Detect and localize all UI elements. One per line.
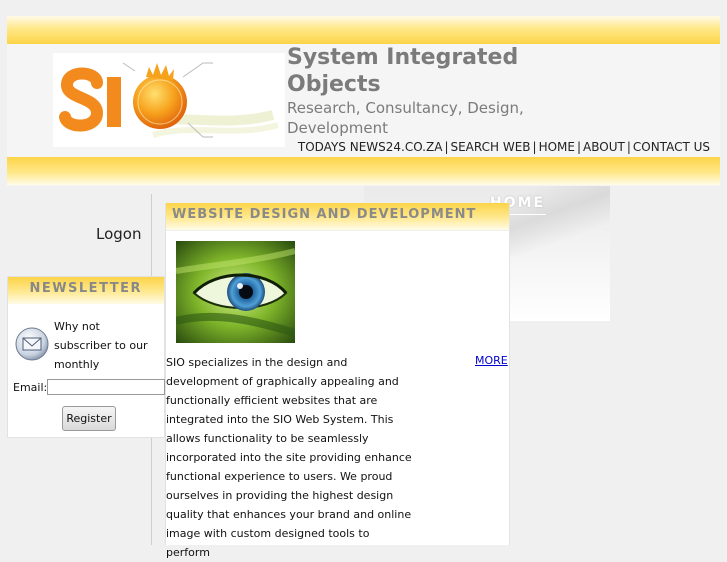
content-panel: WEBSITE DESIGN AND DEVELOPMENT SIO speci… <box>165 203 510 559</box>
content-header: WEBSITE DESIGN AND DEVELOPMENT <box>166 203 509 231</box>
site-header: System Integrated Objects Research, Cons… <box>7 16 720 186</box>
nav-link-home[interactable]: HOME <box>539 140 575 154</box>
site-title: System Integrated Objects <box>287 45 519 97</box>
newsletter-panel: NEWSLETTER Why not subscriber to our mon… <box>7 276 165 438</box>
newsletter-header: NEWSLETTER <box>8 277 164 304</box>
sio-logo-icon <box>59 62 279 138</box>
nav-separator: | <box>576 140 582 154</box>
envelope-icon <box>15 327 49 361</box>
nav-link-about[interactable]: ABOUT <box>583 140 625 154</box>
nav-link-contact-us[interactable]: CONTACT US <box>633 140 710 154</box>
nav-separator: | <box>626 140 631 154</box>
nav-link-news24[interactable]: TODAYS NEWS24.CO.ZA <box>298 140 443 154</box>
header-bottom-band <box>7 157 720 185</box>
nav-link-search-web[interactable]: SEARCH WEB <box>450 140 530 154</box>
section-title: WEBSITE DESIGN AND DEVELOPMENT <box>172 207 477 222</box>
newsletter-title: NEWSLETTER <box>29 281 142 296</box>
nav-separator: | <box>532 140 537 154</box>
more-link[interactable]: MORE <box>475 354 508 367</box>
site-tagline: Research, Consultancy, Design, Developme… <box>287 99 524 137</box>
header-top-band <box>7 16 720 44</box>
content-body-text: SIO specializes in the design and develo… <box>166 356 412 559</box>
eye-image <box>176 241 295 343</box>
email-label: Email: <box>13 381 48 394</box>
top-navigation: TODAYS NEWS24.CO.ZA | SEARCH WEB | HOME | ABOU… <box>298 140 710 154</box>
site-logo[interactable] <box>53 53 285 147</box>
email-input[interactable] <box>47 379 165 395</box>
logon-link[interactable]: Logon <box>96 225 141 243</box>
register-button[interactable]: Register <box>62 406 116 431</box>
